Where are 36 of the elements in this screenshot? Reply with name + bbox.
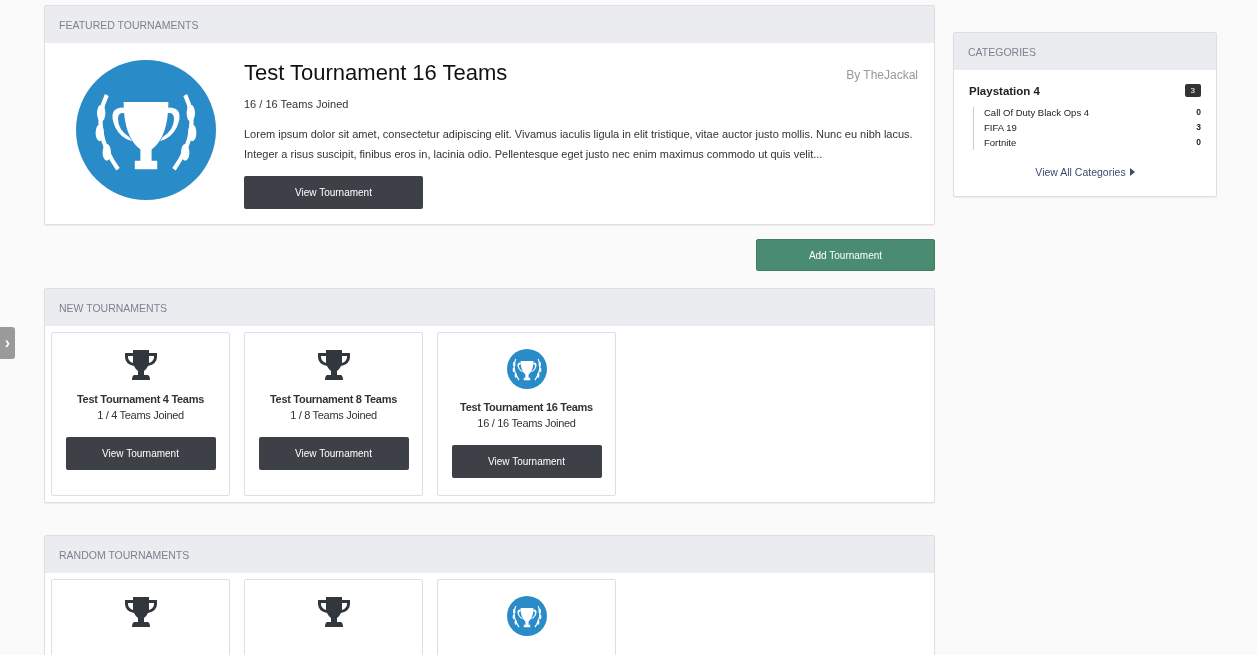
- view-tournament-button[interactable]: View Tournament: [258, 437, 409, 470]
- view-tournament-button[interactable]: View Tournament: [244, 176, 423, 209]
- panel-heading: NEW TOURNAMENTS: [45, 289, 934, 326]
- subcategory-name[interactable]: FIFA 19: [984, 122, 1017, 133]
- trophy-icon: [316, 596, 351, 628]
- subcategory-name[interactable]: Fortnite: [984, 137, 1017, 148]
- count-badge: 3: [1184, 84, 1201, 97]
- teams-joined-text: 16 / 16 Teams Joined: [244, 98, 350, 110]
- trophy-emblem-icon: [76, 60, 216, 200]
- author-text: By TheJackal: [846, 68, 918, 82]
- caret-right-icon: [1129, 168, 1135, 176]
- view-tournament-button[interactable]: View Tournament: [451, 445, 602, 478]
- subcategory-name[interactable]: Call Of Duty Black Ops 4: [984, 107, 1090, 118]
- tournament-title: Test Tournament 8 Teams: [270, 393, 397, 405]
- view-all-categories-link[interactable]: View All Categories: [1035, 166, 1135, 178]
- tournament-title: Test Tournament 4 Teams: [77, 393, 204, 405]
- trophy-emblem-icon: [506, 349, 547, 389]
- subcategory-count: 0: [1196, 137, 1201, 148]
- subcategory-count: 3: [1196, 122, 1201, 133]
- category-name[interactable]: Playstation 4: [969, 84, 1040, 97]
- trophy-emblem-icon: [506, 596, 547, 636]
- trophy-icon: [123, 596, 158, 628]
- teams-joined-text: 1 / 8 Teams Joined: [290, 409, 377, 421]
- panel-heading: FEATURED TOURNAMENTS: [45, 6, 934, 43]
- teams-joined-text: 1 / 4 Teams Joined: [97, 409, 184, 421]
- teams-joined-text: 16 / 16 Teams Joined: [477, 417, 576, 429]
- subcategory-count: 0: [1196, 107, 1201, 118]
- tournament-title: Test Tournament 16 Teams: [460, 401, 593, 413]
- trophy-icon: [316, 349, 351, 381]
- add-tournament-button[interactable]: Add Tournament: [756, 239, 935, 271]
- trophy-icon: [123, 349, 158, 381]
- panel-heading: RANDOM TOURNAMENTS: [45, 536, 934, 573]
- tournament-description: Lorem ipsum dolor sit amet, consectetur adipiscing elit. Vivamus iaculis ligula in elit tristique, vitae auctor justo mollis. Nunc eu nibh lacus. Integer a risus suscipit, finibus eros in, lacinia odio. Pellentesque eget justo nec enim maximus commodo ut quis velit...: [244, 127, 914, 162]
- tournament-title: Test Tournament 16 Teams: [244, 60, 508, 86]
- panel-heading: CATEGORIES: [954, 33, 1216, 70]
- view-tournament-button[interactable]: View Tournament: [65, 437, 216, 470]
